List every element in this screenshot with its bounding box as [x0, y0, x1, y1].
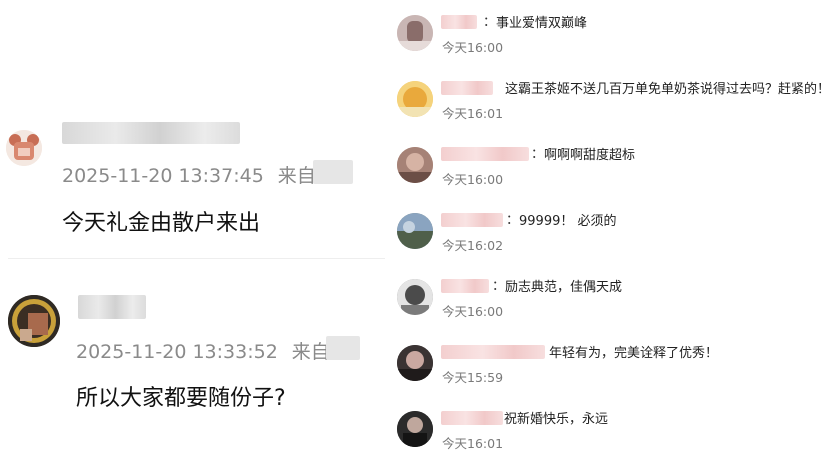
username-blurred[interactable] — [441, 279, 489, 293]
comment-text: 99999！ 必须的 — [519, 214, 617, 229]
comment-item: ： 啊啊啊甜度超标 今天16:00 — [385, 139, 822, 205]
comment-item: ： 励志典范，佳偶天成 今天16:00 — [385, 271, 822, 337]
comment-timestamp: 2025-11-20 13:37:45 — [62, 165, 264, 187]
avatar[interactable] — [397, 15, 433, 51]
source-label: 来自 — [277, 165, 316, 187]
username-blurred[interactable] — [62, 122, 240, 144]
avatar[interactable] — [397, 279, 433, 315]
colon: ： — [531, 147, 545, 162]
comment-text: 年轻有为，完美诠释了优秀！ — [549, 346, 719, 361]
avatar[interactable] — [6, 130, 42, 166]
comment-text: 所以大家都要随份子? — [76, 386, 286, 411]
comment-timestamp: 2025-11-20 13:33:52 — [76, 341, 278, 363]
comment-time: 今天16:00 — [442, 40, 504, 55]
comment-time: 今天15:59 — [442, 370, 504, 385]
comment-text: 励志典范，佳偶天成 — [505, 280, 623, 295]
comment-item: 这霸王茶姬不送几百万单免单奶茶说得过去吗？赶紧的！ 今天16:01 — [385, 73, 822, 139]
source-device-blurred — [313, 160, 353, 184]
username-blurred[interactable] — [441, 147, 529, 161]
colon: ： — [506, 213, 520, 228]
colon: ： — [492, 279, 506, 294]
username-blurred[interactable] — [441, 15, 477, 29]
right-comment-panel: ： 事业爱情双巅峰 今天16:00 这霸王茶姬不送几百万单免单奶茶说得过去吗？赶… — [385, 0, 822, 457]
avatar[interactable] — [397, 213, 433, 249]
username-blurred[interactable] — [441, 213, 503, 227]
divider — [8, 258, 385, 259]
comment-time: 今天16:00 — [442, 304, 504, 319]
comment-time: 今天16:00 — [442, 172, 504, 187]
username-blurred[interactable] — [441, 411, 503, 425]
source-label: 来自 — [291, 341, 330, 363]
comment-text: 啊啊啊甜度超标 — [544, 148, 636, 163]
username-blurred[interactable] — [78, 295, 146, 319]
avatar[interactable] — [397, 147, 433, 183]
comment-text: 这霸王茶姬不送几百万单免单奶茶说得过去吗？赶紧的！ — [505, 82, 822, 97]
left-comment-panel: 2025-11-20 13:37:45 来自 今天礼金由散户来出 2025-11-… — [0, 0, 385, 457]
comment-item: ： 事业爱情双巅峰 今天16:00 — [385, 7, 822, 73]
comment-time: 今天16:01 — [442, 436, 504, 451]
comment-meta: 2025-11-20 13:33:52 来自 — [76, 337, 330, 364]
source-device-blurred — [326, 336, 360, 360]
username-blurred[interactable] — [441, 81, 493, 95]
comment-text: 事业爱情双巅峰 — [496, 16, 588, 31]
avatar[interactable] — [8, 295, 60, 347]
comment-item: 祝新婚快乐，永远 今天16:01 — [385, 403, 822, 469]
comment-meta: 2025-11-20 13:37:45 来自 — [62, 161, 316, 188]
avatar[interactable] — [397, 345, 433, 381]
comment-item: 年轻有为，完美诠释了优秀！ 今天15:59 — [385, 337, 822, 403]
comment-item: ： 99999！ 必须的 今天16:02 — [385, 205, 822, 271]
avatar[interactable] — [397, 411, 433, 447]
avatar[interactable] — [397, 81, 433, 117]
comment-text: 今天礼金由散户来出 — [62, 211, 261, 236]
comment-time: 今天16:01 — [442, 106, 504, 121]
comment-time: 今天16:02 — [442, 238, 504, 253]
comment-text: 祝新婚快乐，永远 — [504, 412, 609, 427]
username-blurred[interactable] — [441, 345, 545, 359]
colon: ： — [483, 15, 497, 30]
